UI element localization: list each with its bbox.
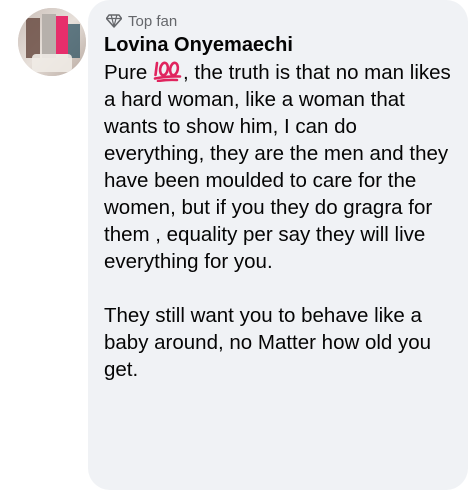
hundred-points-icon (153, 61, 182, 82)
comment-container: Top fan Lovina Onyemaechi Pure , the tru… (0, 0, 474, 495)
comment-text-rest: , the truth is that no man likes a hard … (104, 61, 457, 273)
top-fan-label: Top fan (128, 12, 178, 30)
avatar[interactable] (18, 8, 86, 76)
comment-bubble: Top fan Lovina Onyemaechi Pure , the tru… (88, 0, 468, 490)
comment-paragraph-2: They still want you to behave like a bab… (104, 304, 437, 381)
comment-paragraph-1: Pure , the truth is that no man likes a … (104, 59, 454, 275)
comment-text-start: Pure (104, 61, 153, 84)
comment-text: Pure , the truth is that no man likes a … (104, 59, 454, 383)
diamond-icon (106, 14, 122, 28)
comment-author[interactable]: Lovina Onyemaechi (104, 32, 454, 58)
top-fan-badge[interactable]: Top fan (106, 12, 454, 30)
